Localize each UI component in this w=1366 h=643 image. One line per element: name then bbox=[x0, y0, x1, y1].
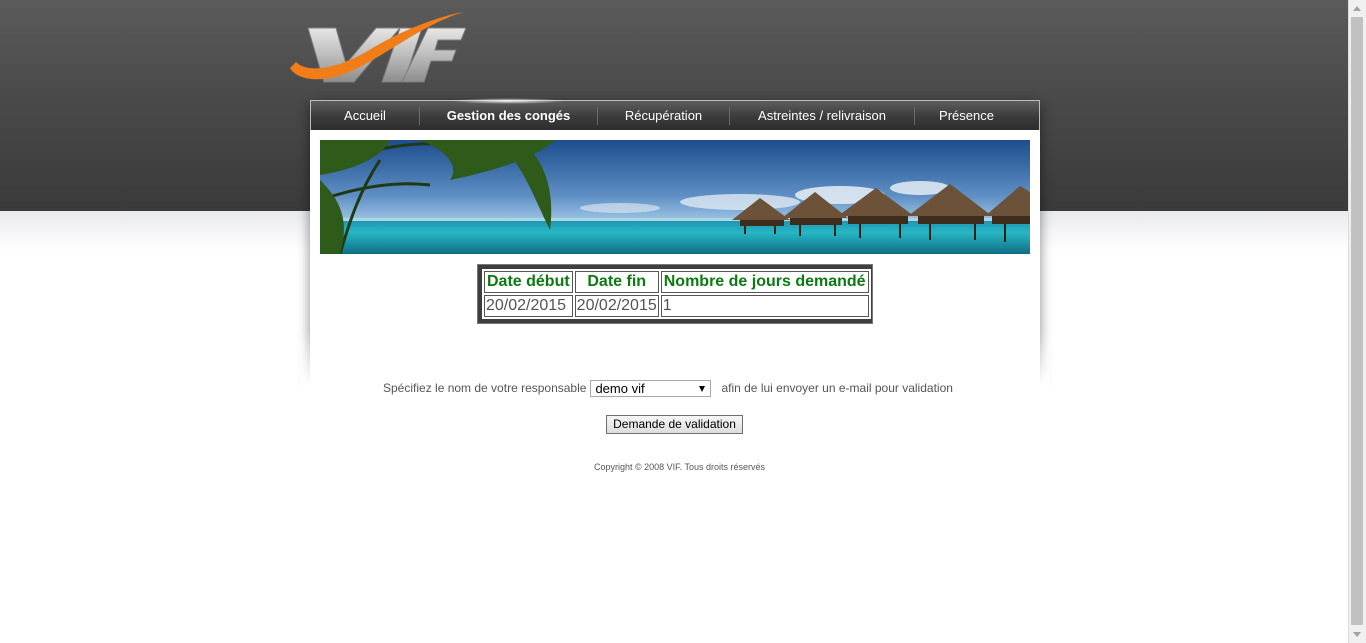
column-header-date-fin: Date fin bbox=[574, 271, 659, 293]
logo-graphic bbox=[290, 12, 467, 83]
manager-selection-row: Spécifiez le nom de votre responsable de… bbox=[383, 378, 953, 398]
nav-item-presence[interactable]: Présence bbox=[915, 101, 1018, 130]
manager-select[interactable]: demo vif bbox=[590, 379, 712, 397]
column-header-date-debut: Date début bbox=[484, 271, 573, 293]
main-nav: Accueil Gestion des congés Récupération … bbox=[310, 98, 1040, 130]
validation-request-button[interactable]: Demande de validation bbox=[606, 415, 743, 434]
nav-item-accueil[interactable]: Accueil bbox=[311, 101, 419, 130]
copyright-text: Copyright © 2008 VIF. Tous droits réserv… bbox=[593, 462, 766, 472]
nav-item-recuperation[interactable]: Récupération bbox=[598, 101, 729, 130]
manager-select-value: demo vif bbox=[595, 380, 645, 396]
scrollbar-thumb[interactable] bbox=[1351, 17, 1363, 625]
leave-summary-table: Date début Date fin Nombre de jours dema… bbox=[482, 269, 871, 319]
nav-item-gestion-conges[interactable]: Gestion des congés bbox=[420, 98, 597, 130]
nav-item-astreintes[interactable]: Astreintes / relivraison bbox=[730, 101, 914, 130]
vif-logo[interactable] bbox=[288, 10, 467, 86]
cell-nombre-jours: 1 bbox=[660, 295, 869, 317]
leave-summary-table-frame: Date début Date fin Nombre de jours dema… bbox=[477, 264, 873, 324]
cell-date-fin: 20/02/2015 bbox=[574, 295, 659, 317]
manager-label-suffix: afin de lui envoyer un e-mail pour valid… bbox=[721, 381, 953, 395]
vertical-scrollbar[interactable] bbox=[1348, 0, 1366, 643]
scroll-down-icon[interactable] bbox=[1353, 632, 1361, 637]
scroll-up-icon[interactable] bbox=[1353, 6, 1361, 11]
dropdown-arrow-icon bbox=[699, 385, 706, 392]
column-header-nombre-jours: Nombre de jours demandé bbox=[660, 271, 869, 293]
table-row: 20/02/2015 20/02/2015 1 bbox=[484, 295, 869, 317]
cell-date-debut: 20/02/2015 bbox=[484, 295, 573, 317]
banner-image bbox=[320, 140, 1030, 254]
manager-label: Spécifiez le nom de votre responsable bbox=[383, 381, 587, 395]
table-header-row: Date début Date fin Nombre de jours dema… bbox=[484, 271, 869, 293]
